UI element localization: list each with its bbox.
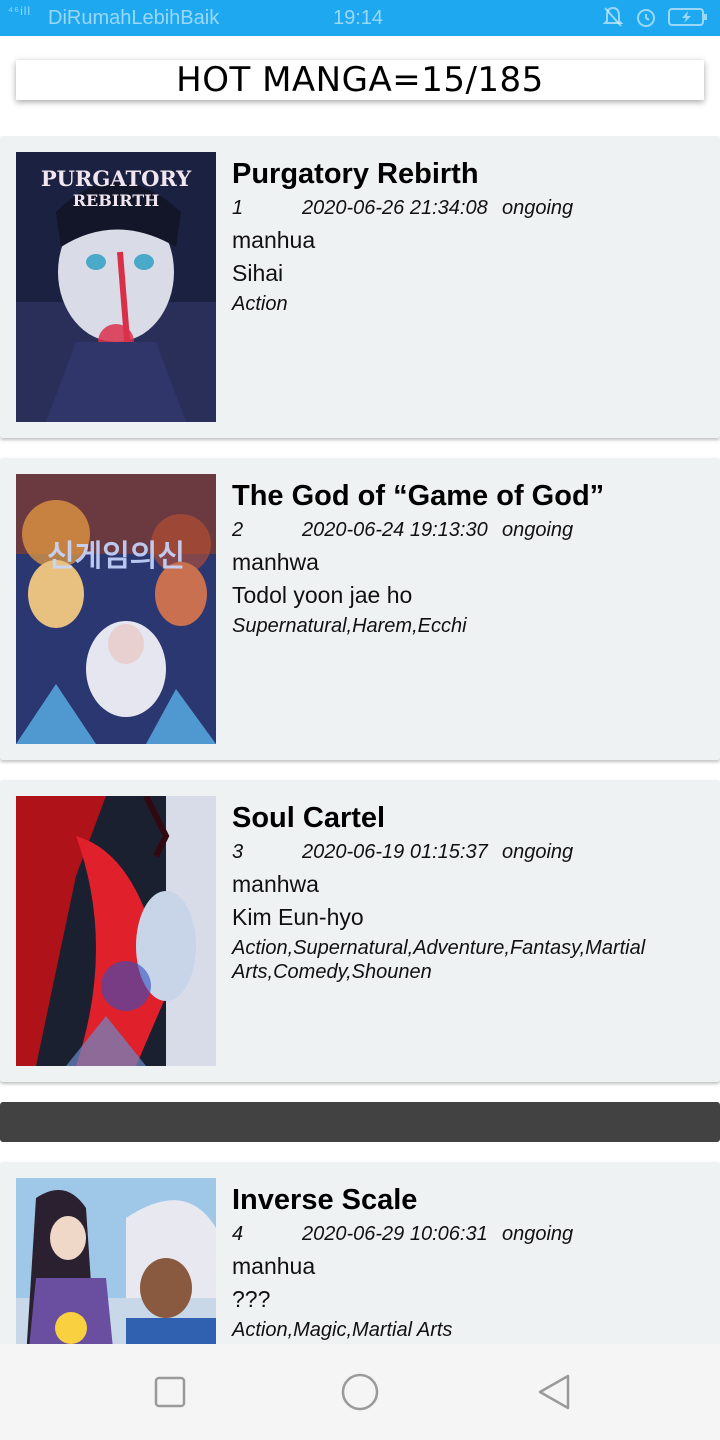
clock: 19:14 [333, 7, 384, 29]
manga-info: The God of “Game of God” 2 2020-06-24 19… [232, 478, 704, 638]
manga-type: manhua [232, 227, 316, 253]
battery-charging-icon [668, 8, 707, 26]
manga-card[interactable]: PURGATORY REBIRTH Purgatory Rebirth 1 20… [0, 136, 720, 438]
manga-info: Soul Cartel 3 2020-06-19 01:15:37 ongoin… [232, 800, 704, 984]
cover-image[interactable] [16, 796, 216, 1066]
manga-status: ongoing [502, 519, 574, 541]
manga-title[interactable]: Purgatory Rebirth [232, 156, 704, 192]
recents-icon[interactable] [150, 1372, 190, 1412]
navigation-bar [0, 1344, 720, 1440]
status-bar: ⁴⁶ill DiRumahLebihBaik 19:14 [0, 0, 720, 36]
manga-date: 2020-06-26 21:34:08 [302, 197, 488, 219]
manga-author: Todol yoon jae ho [232, 582, 413, 608]
manga-date: 2020-06-29 10:06:31 [302, 1223, 488, 1245]
manga-rank: 4 [232, 1223, 244, 1245]
manga-info: Inverse Scale 4 2020-06-29 10:06:31 ongo… [232, 1182, 704, 1342]
manga-list[interactable]: PURGATORY REBIRTH Purgatory Rebirth 1 20… [0, 136, 720, 1344]
cover-image[interactable]: PURGATORY REBIRTH [16, 152, 216, 422]
carrier-name: DiRumahLebihBaik [48, 7, 220, 29]
cover-subtitle-text: REBIRTH [73, 191, 160, 210]
back-icon[interactable] [534, 1372, 574, 1412]
manga-type: manhwa [232, 549, 319, 575]
manga-meta: 2 2020-06-24 19:13:30 ongoing [232, 514, 704, 546]
cover-image[interactable] [16, 1178, 216, 1344]
cover-image[interactable]: 신게임의신 [16, 474, 216, 744]
manga-status: ongoing [502, 197, 574, 219]
cover-title-text: 신게임의신 [47, 539, 185, 574]
manga-type: manhua [232, 1253, 316, 1279]
manga-rank: 2 [232, 519, 244, 541]
cover-title-text: PURGATORY [41, 166, 192, 191]
ad-banner[interactable] [0, 1102, 720, 1142]
header: HOT MANGA=15/185 [0, 36, 720, 136]
screen: ⁴⁶ill DiRumahLebihBaik 19:14 HOT MANGA=1… [0, 0, 720, 1440]
manga-author: Kim Eun-hyo [232, 904, 364, 930]
manga-title[interactable]: The God of “Game of God” [232, 478, 704, 514]
manga-card[interactable]: Soul Cartel 3 2020-06-19 01:15:37 ongoin… [0, 780, 720, 1082]
page-title: HOT MANGA=15/185 [16, 60, 704, 100]
manga-rank: 3 [232, 841, 244, 863]
manga-rank: 1 [232, 197, 244, 219]
status-icons [602, 5, 708, 29]
manga-meta: 1 2020-06-26 21:34:08 ongoing [232, 192, 704, 224]
manga-info: Purgatory Rebirth 1 2020-06-26 21:34:08 … [232, 156, 704, 316]
manga-title[interactable]: Inverse Scale [232, 1182, 704, 1218]
manga-date: 2020-06-24 19:13:30 [302, 519, 488, 541]
home-icon[interactable] [340, 1372, 380, 1412]
bell-off-icon [602, 6, 624, 27]
manga-genres: Supernatural,Harem,Ecchi [232, 615, 467, 637]
manga-date: 2020-06-19 01:15:37 [302, 841, 488, 863]
manga-author: ??? [232, 1286, 271, 1312]
manga-status: ongoing [502, 841, 574, 863]
manga-status: ongoing [502, 1223, 574, 1245]
manga-meta: 4 2020-06-29 10:06:31 ongoing [232, 1218, 704, 1250]
manga-title[interactable]: Soul Cartel [232, 800, 704, 836]
manga-genres: Action [232, 293, 288, 315]
manga-type: manhwa [232, 871, 319, 897]
manga-genres: Action,Magic,Martial Arts [232, 1319, 453, 1341]
manga-meta: 3 2020-06-19 01:15:37 ongoing [232, 836, 704, 868]
manga-genres: Action,Supernatural,Adventure,Fantasy,Ma… [232, 937, 646, 983]
signal-icon: ⁴⁶ill [8, 4, 32, 18]
manga-author: Sihai [232, 260, 284, 286]
manga-card[interactable]: 신게임의신 The God of “Game of God” 2 2020-06… [0, 458, 720, 760]
alarm-icon [637, 9, 655, 27]
manga-card[interactable]: Inverse Scale 4 2020-06-29 10:06:31 ongo… [0, 1162, 720, 1344]
